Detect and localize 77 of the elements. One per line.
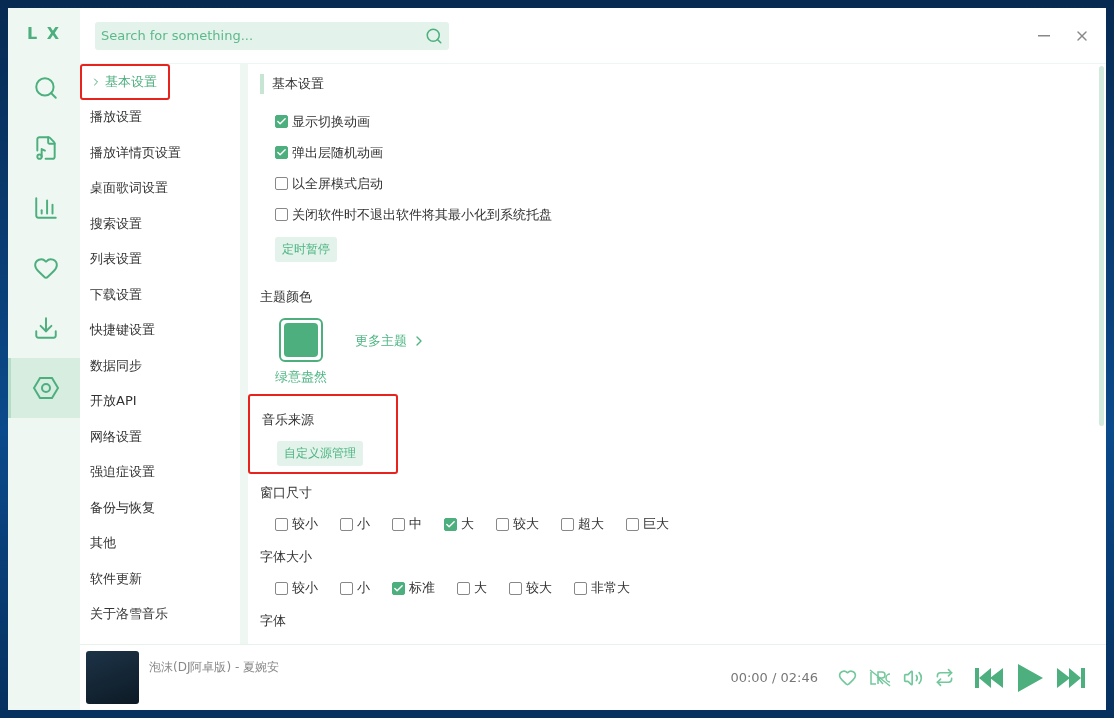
section-heading: 基本设置 [260,74,1094,94]
heart-icon [32,255,59,281]
nav-item[interactable]: 搜索设置 [80,206,240,242]
nav-item[interactable]: 快捷键设置 [80,312,240,348]
checkbox[interactable] [275,581,288,595]
nav-item[interactable]: 列表设置 [80,241,240,277]
checkbox-label: 小 [357,515,370,533]
section-title: 音乐来源 [262,411,315,429]
checkbox[interactable] [457,581,470,595]
play-button[interactable] [1016,662,1044,693]
section-title: 主题颜色 [260,288,313,306]
search-field[interactable]: Search for something... [95,21,449,50]
checkbox[interactable] [496,517,509,531]
section-title: 字体大小 [260,548,313,566]
settings-icon [32,375,59,401]
minimize-button[interactable] [1038,34,1050,37]
repeat-icon[interactable] [935,668,954,687]
minimize-icon [1038,34,1050,37]
nav-item[interactable]: 软件更新 [80,561,240,597]
checkbox[interactable] [561,517,574,531]
playback-time: 00:00 / 02:46 [730,670,818,685]
photo-placeholder [86,651,139,704]
nav-item[interactable]: 数据同步 [80,348,240,384]
checkbox-label: 关闭软件时不退出软件将其最小化到系统托盘 [292,205,552,224]
lyrics-icon[interactable] [869,668,891,687]
section-title: 窗口尺寸 [260,484,313,502]
checkbox-label: 标准 [409,579,435,597]
checkbox-label: 较小 [292,579,318,597]
checkbox[interactable] [275,517,288,531]
scrollbar[interactable] [1099,66,1104,426]
download-icon [32,315,59,341]
nav-item[interactable]: 下载设置 [80,277,240,313]
bar-chart-icon [32,195,59,221]
checkbox[interactable] [626,517,639,531]
checkbox-label: 较大 [526,579,552,597]
checkbox[interactable] [392,517,405,531]
checkbox-label: 显示切换动画 [292,112,370,131]
checkbox[interactable] [340,517,353,531]
checkbox-label: 较小 [292,515,318,533]
song-title: 泡沫(DJ阿卓版) - 夏婉安 [149,660,280,674]
section-title: 字体 [260,612,287,630]
checkbox[interactable] [275,208,288,221]
sidebar-button[interactable] [8,358,80,418]
search-icon [425,26,443,45]
checkbox[interactable] [444,517,457,531]
nav-item[interactable]: 备份与恢复 [80,490,240,526]
checkbox[interactable] [574,581,587,595]
nav-item[interactable]: 网络设置 [80,419,240,455]
checkbox[interactable] [275,115,288,128]
nav-item[interactable]: 桌面歌词设置 [80,170,240,206]
heart-icon[interactable] [838,668,857,687]
previous-button[interactable] [974,666,1004,689]
checkbox-label: 巨大 [643,515,669,533]
checkbox[interactable] [275,177,288,190]
checkbox-label: 大 [461,515,474,533]
checkbox[interactable] [509,581,522,595]
checkbox-label: 较大 [513,515,539,533]
next-button[interactable] [1056,666,1086,689]
checkbox[interactable] [392,581,405,595]
search-icon [32,75,59,101]
nav-item[interactable]: 播放详情页设置 [80,135,240,171]
nav-item[interactable]: 播放设置 [80,99,240,135]
checkbox-label: 弹出层随机动画 [292,143,383,162]
volume-icon[interactable] [903,667,923,688]
checkbox-label: 小 [357,579,370,597]
checkbox[interactable] [275,146,288,159]
checkbox-label: 超大 [578,515,604,533]
nav-item[interactable]: 强迫症设置 [80,454,240,490]
checkbox-label: 非常大 [591,579,630,597]
nav-item[interactable]: 其他 [80,525,240,561]
app-logo: L X [25,22,63,45]
checkbox-label: 以全屏模式启动 [292,174,383,193]
checkbox-label: 大 [474,579,487,597]
checkbox[interactable] [340,581,353,595]
nav-item[interactable]: 关于洛雪音乐 [80,596,240,632]
checkbox-label: 中 [409,515,422,533]
nav-item[interactable]: 开放API [80,383,240,419]
